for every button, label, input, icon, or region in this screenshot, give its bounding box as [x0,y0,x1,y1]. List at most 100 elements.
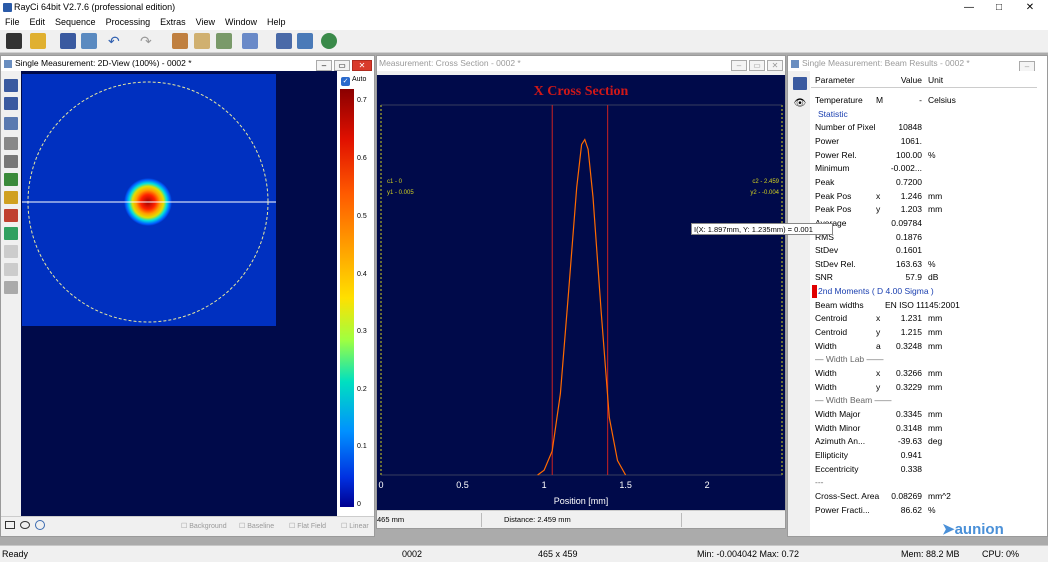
menu-window[interactable]: Window [220,15,262,30]
footer-divider [481,513,482,527]
save-icon[interactable] [60,33,76,49]
plot-title: X Cross Section [534,84,629,99]
status-size: 465 x 459 [538,549,578,559]
maximize-button[interactable]: □ [984,0,1014,15]
help-icon[interactable] [321,33,337,49]
x-tick-label: 2 [705,480,710,490]
profile-icon[interactable] [4,209,18,222]
rectangle-tool-icon[interactable] [5,521,15,529]
color-scale-panel: ✓ Auto 0.7 0.6 0.5 0.4 0.3 0.2 0.1 0 [337,71,374,516]
status-memory: Mem: 88.2 MB [901,549,960,559]
settings-icon[interactable] [216,33,232,49]
save-icon[interactable] [4,79,18,92]
cross-section-plot[interactable]: X Cross Section c1 - 0 y1 - 0.005 c2 - 2… [377,75,833,510]
x-tick-label: 0 [378,480,383,490]
footer-left-value: 465 mm [377,515,405,524]
linear-option[interactable]: ☐ Linear [341,522,369,530]
x-axis-label: Position [mm] [554,496,609,506]
scale-tick: 0.4 [357,271,367,278]
window-close-button[interactable]: ✕ [352,60,372,71]
side-toolbar-results: 👁 [788,71,810,536]
scale-tick: 0.6 [357,155,367,162]
clipboard-icon[interactable] [194,33,210,49]
menu-sequence[interactable]: Sequence [50,15,101,30]
refresh-icon[interactable] [35,520,45,530]
histogram-icon[interactable] [4,227,18,240]
menu-view[interactable]: View [191,15,220,30]
side-toolbar-2d [1,71,21,516]
window-minimize-button[interactable]: – [316,60,332,71]
capture-icon[interactable] [172,33,188,49]
header-value: Value [900,75,922,85]
zoom-icon[interactable] [4,155,18,168]
header-parameter: Parameter [815,75,855,85]
scale-tick: 0.1 [357,443,367,450]
cross-section-icon[interactable] [242,33,258,49]
scale-tick: 0.2 [357,386,367,393]
camera-icon[interactable] [6,33,22,49]
window-close-button[interactable]: ✕ [767,60,783,71]
monitor-icon[interactable] [276,33,292,49]
undo-icon[interactable]: ↶ [108,33,124,49]
eye-icon[interactable]: 👁 [793,97,807,110]
image-canvas[interactable] [21,71,337,516]
menu-processing[interactable]: Processing [101,15,156,30]
save-icon[interactable] [793,77,807,90]
grid-icon[interactable] [4,245,18,258]
menu-extras[interactable]: Extras [155,15,191,30]
ellipse-tool-icon[interactable] [20,521,30,529]
results-header: Parameter Value Unit [815,74,1040,87]
save-as-icon[interactable] [4,97,18,110]
window-2d-title: Single Measurement: 2D-View (100%) - 000… [1,56,374,71]
menu-file[interactable]: File [0,15,25,30]
window-2d-view: Single Measurement: 2D-View (100%) - 000… [0,55,375,537]
redo-icon[interactable]: ↷ [140,33,156,49]
windows-icon[interactable] [297,33,313,49]
auto-checkbox[interactable]: ✓ [341,77,350,86]
cursor-left-y: y1 - 0.005 [387,190,414,196]
flat-field-option[interactable]: ☐ Flat Field [289,522,326,530]
scale-tick: 0 [357,501,361,508]
window-minimize-button[interactable]: – [731,60,747,71]
scale-tick: 0.7 [357,97,367,104]
window-restore-button[interactable]: ▭ [749,60,765,71]
section-marker [812,285,817,299]
note-icon[interactable] [4,281,18,294]
image-save-icon[interactable] [81,33,97,49]
auto-label: Auto [352,76,367,83]
background-option[interactable]: ☐ Background [181,522,227,530]
minimize-button[interactable]: — [954,0,984,15]
baseline-option[interactable]: ☐ Baseline [239,522,274,530]
table-icon[interactable] [4,263,18,276]
scale-tick: 0.5 [357,213,367,220]
status-id: 0002 [402,549,423,559]
watermark-logo: ➤aunion [942,521,1004,538]
status-bar: Ready 0002 465 x 459 Min: -0.004042 Max:… [0,545,1048,562]
x-tick-label: 1.5 [619,480,632,490]
menu-help[interactable]: Help [262,15,291,30]
watermark-arrow-icon: ➤ [942,521,955,538]
menu-bar: File Edit Sequence Processing Extras View Wind… [0,15,1048,30]
app-title: RayCi 64bit V2.7.6 (professional edition… [14,2,176,12]
color-scale-bar [340,89,354,507]
footer-distance: Distance: 2.459 mm [504,515,571,524]
x-tick-label: 0.5 [456,480,469,490]
move-icon[interactable] [4,117,18,130]
view2d-bottom-bar: ☐ Background ☐ Baseline ☐ Flat Field ☐ L… [1,516,374,536]
header-unit: Unit [928,75,944,85]
window-minimize-button[interactable]: – [1019,61,1035,71]
open-folder-icon[interactable] [30,33,46,49]
color-map-icon[interactable] [4,191,18,204]
3d-view-icon[interactable] [4,173,18,186]
crosshair-icon[interactable] [4,137,18,150]
series-line [537,138,627,476]
window-cross-title: Single Measurement: Cross Section - 0002… [377,56,785,71]
results-section: Statistic [818,108,848,119]
footer-divider [681,513,682,527]
menu-edit[interactable]: Edit [25,15,51,30]
app-title-bar: RayCi 64bit V2.7.6 (professional edition… [0,0,1048,15]
close-button[interactable]: ✕ [1015,0,1045,15]
cursor-left-c: c1 - 0 [387,179,403,185]
x-tick-label: 1 [542,480,547,490]
window-restore-button[interactable]: ▭ [334,60,350,71]
